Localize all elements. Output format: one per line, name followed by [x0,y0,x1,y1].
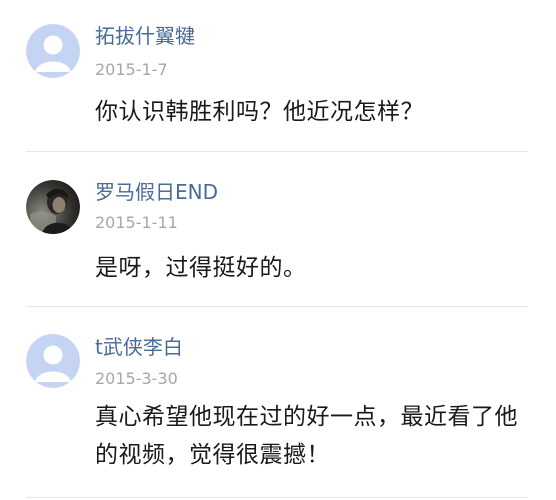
comment-text: 你认识韩胜利吗？他近况怎样？ [95,99,424,125]
comment-item: 罗马假日END 2015-1-11 是呀，过得挺好的。 [0,152,556,307]
default-avatar-icon[interactable] [26,334,80,388]
comment-date: 2015-1-11 [95,213,178,232]
comment-text: 真心希望他现在过的好一点，最近看了他的视频，觉得很震撼！ [95,404,518,468]
comment-date: 2015-1-7 [95,60,168,79]
comment-item: t武侠李白 2015-3-30 真心希望他现在过的好一点，最近看了他的视频，觉得… [0,307,556,500]
comment-list: 拓拔什翼犍 2015-1-7 你认识韩胜利吗？他近况怎样？ 罗马假日END 20… [0,0,556,500]
comment-username[interactable]: 拓拔什翼犍 [95,24,195,48]
user-photo-avatar[interactable] [26,180,80,234]
default-avatar-icon[interactable] [26,24,80,78]
comment-item: 拓拔什翼犍 2015-1-7 你认识韩胜利吗？他近况怎样？ [0,0,556,152]
comment-username[interactable]: 罗马假日END [95,180,218,204]
comment-username[interactable]: t武侠李白 [95,335,183,359]
comment-text: 是呀，过得挺好的。 [95,255,307,281]
comment-date: 2015-3-30 [95,369,178,388]
comment-divider [26,497,528,498]
